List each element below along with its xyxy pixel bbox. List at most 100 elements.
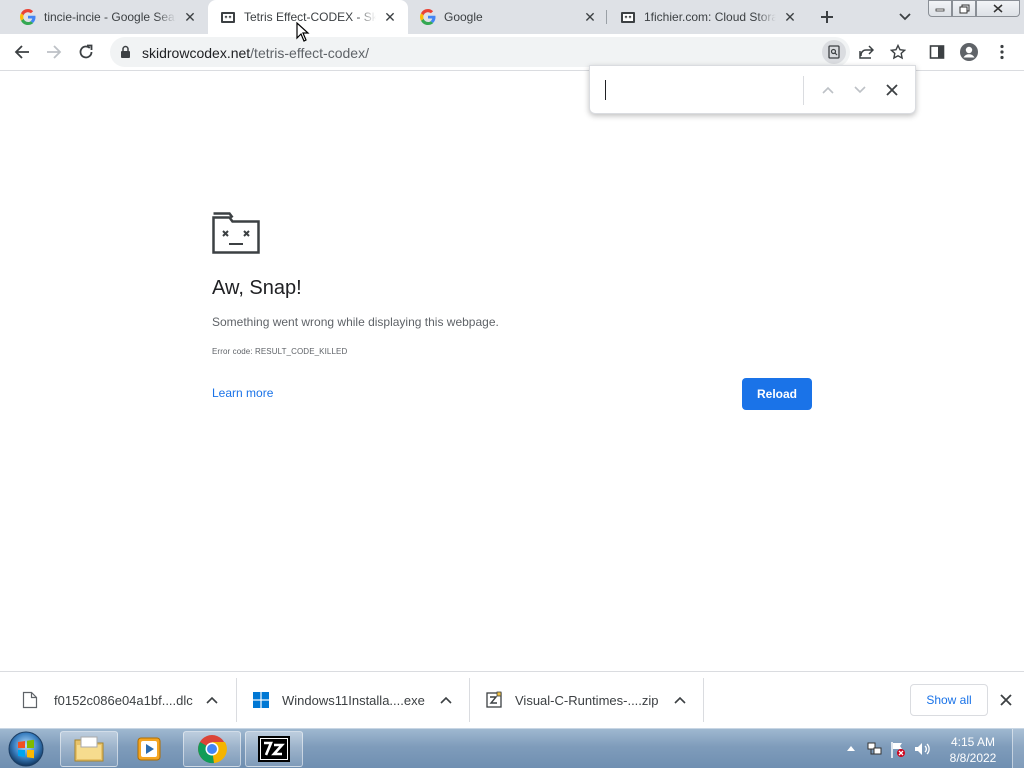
- download-options-button[interactable]: [204, 692, 220, 708]
- close-tab-icon[interactable]: ✕: [182, 9, 198, 25]
- broken-page-icon: [221, 12, 235, 23]
- tab-divider: [606, 10, 607, 24]
- show-desktop-button[interactable]: [1012, 729, 1024, 769]
- bookmark-button[interactable]: [884, 38, 912, 66]
- download-options-button[interactable]: [672, 692, 688, 708]
- url-path: /tetris-effect-codex/: [250, 45, 369, 61]
- chevron-up-icon: [440, 696, 452, 704]
- error-title: Aw, Snap!: [212, 277, 302, 299]
- chevron-up-icon: [674, 696, 686, 704]
- download-filename: Visual-C-Runtimes-....zip: [515, 692, 659, 708]
- find-input[interactable]: [602, 76, 802, 104]
- tab-title: tincie-incie - Google Search: [44, 10, 176, 24]
- chevron-up-icon: [206, 696, 218, 704]
- clock-date[interactable]: 8/8/2022: [944, 751, 1002, 765]
- minimize-icon: [935, 8, 945, 11]
- plus-icon: [821, 11, 833, 23]
- close-shelf-button[interactable]: [997, 691, 1015, 709]
- find-in-page-icon: [828, 45, 840, 59]
- close-tab-icon[interactable]: ✕: [782, 9, 798, 25]
- show-hidden-icons-icon[interactable]: [846, 744, 856, 752]
- file-icon: [22, 691, 38, 709]
- download-filename: Windows11Installa....exe: [282, 692, 425, 708]
- restore-button[interactable]: [952, 0, 976, 17]
- show-all-button[interactable]: Show all: [910, 684, 988, 716]
- star-icon: [890, 44, 906, 60]
- google-g-icon: [420, 9, 436, 25]
- chevron-down-icon: [899, 13, 911, 21]
- menu-button[interactable]: [988, 38, 1016, 66]
- find-next-button[interactable]: [849, 79, 871, 101]
- tab-search-button[interactable]: [893, 5, 917, 29]
- download-filename: f0152c086e04a1bf....dlc: [54, 692, 193, 708]
- learn-more-link[interactable]: Learn more: [212, 386, 273, 400]
- side-panel-button[interactable]: [923, 38, 951, 66]
- share-button[interactable]: [852, 38, 880, 66]
- 7zip-icon: [258, 736, 290, 762]
- windows-logo-icon: [253, 692, 269, 708]
- close-tab-icon[interactable]: ✕: [582, 9, 598, 25]
- volume-icon[interactable]: [914, 742, 932, 756]
- chevron-up-icon: [822, 86, 834, 94]
- find-close-button[interactable]: [881, 79, 903, 101]
- broken-page-icon: [621, 12, 635, 23]
- download-item[interactable]: Windows11Installa....exe: [253, 677, 469, 723]
- find-divider: [803, 76, 804, 105]
- taskbar-media-player[interactable]: [121, 731, 179, 767]
- url-text: skidrowcodex.net/tetris-effect-codex/: [142, 45, 369, 61]
- downloads-shelf: f0152c086e04a1bf....dlc Windows11Install…: [0, 671, 1024, 728]
- download-divider: [469, 678, 470, 722]
- avatar-icon: [960, 43, 978, 61]
- action-center-flag-icon[interactable]: [890, 741, 906, 759]
- taskbar-chrome[interactable]: [183, 731, 241, 767]
- download-item[interactable]: f0152c086e04a1bf....dlc: [22, 677, 236, 723]
- find-previous-button[interactable]: [817, 79, 839, 101]
- close-icon: [993, 4, 1003, 13]
- start-button[interactable]: [6, 730, 46, 768]
- address-bar[interactable]: skidrowcodex.net/tetris-effect-codex/: [110, 37, 850, 67]
- back-button[interactable]: [8, 38, 36, 66]
- error-code: Error code: RESULT_CODE_KILLED: [212, 347, 348, 356]
- find-bar: [589, 65, 916, 114]
- text-caret: [605, 80, 606, 100]
- download-item[interactable]: Visual-C-Runtimes-....zip: [486, 677, 704, 723]
- tab-strip: tincie-incie - Google Search ✕ Tetris Ef…: [0, 0, 1024, 34]
- reload-icon: [79, 44, 93, 59]
- new-tab-button[interactable]: [815, 5, 839, 29]
- reload-button[interactable]: Reload: [742, 378, 812, 410]
- find-in-page-button[interactable]: [822, 40, 846, 64]
- close-window-button[interactable]: [976, 0, 1020, 17]
- taskbar-7zip[interactable]: [245, 731, 303, 767]
- share-icon: [859, 45, 874, 59]
- zip-archive-icon: [486, 691, 502, 708]
- tab-1fichier[interactable]: 1fichier.com: Cloud Storage ✕: [608, 0, 808, 34]
- download-options-button[interactable]: [438, 692, 454, 708]
- taskbar: 4:15 AM 8/8/2022: [0, 728, 1024, 769]
- tab-title: 1fichier.com: Cloud Storage: [644, 10, 776, 24]
- minimize-button[interactable]: [928, 0, 952, 17]
- close-tab-icon[interactable]: ✕: [382, 9, 398, 25]
- network-icon[interactable]: [867, 741, 883, 757]
- mouse-pointer-icon: [296, 22, 310, 42]
- clock-time[interactable]: 4:15 AM: [950, 735, 996, 749]
- lock-icon[interactable]: [120, 45, 131, 59]
- taskbar-explorer[interactable]: [60, 731, 118, 767]
- chevron-down-icon: [854, 86, 866, 94]
- tab-google-search[interactable]: tincie-incie - Google Search ✕: [8, 0, 208, 34]
- close-icon: [886, 84, 898, 96]
- tab-google[interactable]: Google ✕: [408, 0, 608, 34]
- google-g-icon: [20, 9, 36, 25]
- reload-toolbar-button[interactable]: [72, 38, 100, 66]
- media-player-icon: [137, 737, 161, 761]
- sad-tab-icon: [212, 212, 260, 254]
- forward-button[interactable]: [40, 38, 68, 66]
- restore-icon: [959, 4, 969, 13]
- download-divider: [703, 678, 704, 722]
- tab-title: Tetris Effect-CODEX - Skidrow: [244, 10, 376, 24]
- profile-button[interactable]: [955, 38, 983, 66]
- back-arrow-icon: [14, 45, 29, 59]
- error-message: Something went wrong while displaying th…: [212, 315, 499, 329]
- forward-arrow-icon: [47, 45, 62, 59]
- tab-title: Google: [444, 10, 483, 24]
- download-divider: [236, 678, 237, 722]
